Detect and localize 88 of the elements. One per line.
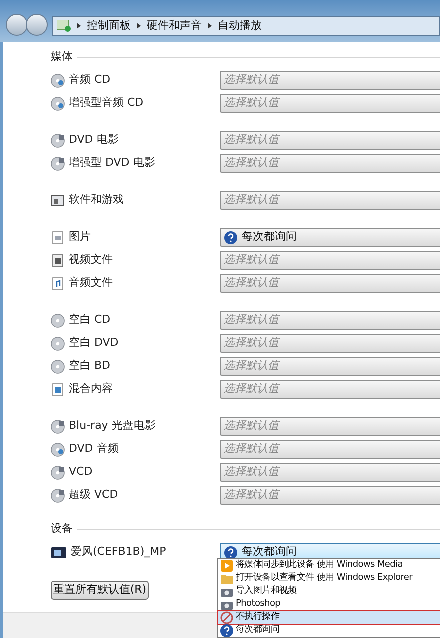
- disc-icon: [51, 360, 65, 374]
- control-panel-icon: [57, 20, 71, 32]
- disc-icon: [51, 156, 65, 170]
- media-type-label: DVD 电影: [69, 132, 119, 148]
- section-heading: 媒体: [51, 48, 73, 65]
- breadcrumb-arrow-icon: [137, 23, 141, 29]
- disc-icon: [51, 96, 65, 110]
- music-document-icon: [51, 276, 65, 290]
- default-action-dropdown[interactable]: 选择默认值: [220, 357, 440, 376]
- media-type-label: 混合内容: [69, 381, 113, 398]
- dropdown-value: 选择默认值: [224, 418, 279, 434]
- window-icon: [51, 194, 65, 208]
- breadcrumb[interactable]: 控制面板: [87, 18, 131, 34]
- help-icon: [224, 230, 238, 244]
- dropdown-value: 选择默认值: [224, 464, 279, 480]
- document-icon: [51, 230, 65, 244]
- media-type-label: 爱风(CEFB1B)_MP: [71, 544, 166, 560]
- media-type-label: 视频文件: [69, 252, 113, 268]
- media-type-label: 软件和游戏: [69, 192, 124, 208]
- dropdown-value: 选择默认值: [224, 312, 279, 328]
- disc-icon: [51, 442, 65, 456]
- default-action-dropdown[interactable]: 选择默认值: [220, 334, 440, 353]
- media-type-label: 空白 CD: [69, 312, 111, 328]
- dropdown-value: 选择默认值: [224, 132, 279, 148]
- media-type-label: 空白 DVD: [69, 335, 119, 352]
- default-action-dropdown[interactable]: 选择默认值: [220, 154, 440, 173]
- back-button[interactable]: [6, 14, 28, 36]
- media-type-label: 增强型音频 CD: [69, 95, 144, 112]
- media-type-label: 超级 VCD: [69, 487, 118, 504]
- dropdown-value: 选择默认值: [224, 72, 279, 88]
- forward-button[interactable]: [26, 14, 48, 36]
- dropdown-option[interactable]: 打开设备以查看文件 使用 Windows Explorer: [218, 572, 440, 585]
- dropdown-value: 选择默认值: [224, 381, 279, 398]
- disc-icon: [51, 420, 65, 434]
- default-action-dropdown[interactable]: 选择默认值: [220, 311, 440, 330]
- dropdown-option[interactable]: 将媒体同步到此设备 使用 Windows Media: [218, 559, 440, 572]
- disc-icon: [51, 74, 65, 88]
- section-heading: 设备: [51, 520, 73, 537]
- media-type-label: 图片: [69, 229, 91, 246]
- mixed-document-icon: [51, 382, 65, 396]
- disc-icon: [51, 336, 65, 350]
- dropdown-option[interactable]: Photoshop: [218, 598, 440, 611]
- dropdown-value: 选择默认值: [224, 192, 279, 208]
- dropdown-value: 每次都询问: [242, 229, 297, 246]
- default-action-dropdown[interactable]: 选择默认值: [220, 440, 440, 459]
- film-document-icon: [51, 254, 65, 268]
- dropdown-value: 选择默认值: [224, 95, 279, 112]
- disc-icon: [51, 134, 65, 148]
- default-action-dropdown[interactable]: 选择默认值: [220, 463, 440, 482]
- breadcrumb[interactable]: 硬件和声音: [147, 18, 202, 34]
- dropdown-value: 选择默认值: [224, 252, 279, 268]
- media-type-label: 音频 CD: [69, 72, 111, 88]
- dropdown-option[interactable]: 每次都询问: [218, 624, 440, 637]
- dropdown-value: 选择默认值: [224, 487, 279, 504]
- default-action-dropdown[interactable]: 选择默认值: [220, 131, 440, 150]
- default-action-dropdown[interactable]: 选择默认值: [220, 251, 440, 270]
- default-action-dropdown[interactable]: 选择默认值: [220, 380, 440, 399]
- reset-defaults-button[interactable]: 重置所有默认值(R): [51, 581, 149, 600]
- default-action-dropdown[interactable]: 选择默认值: [220, 71, 440, 90]
- media-type-label: 音频文件: [69, 275, 113, 292]
- default-action-dropdown[interactable]: 选择默认值: [220, 417, 440, 436]
- dropdown-value: 选择默认值: [224, 275, 279, 292]
- media-type-label: DVD 音频: [69, 441, 119, 458]
- dropdown-option[interactable]: 不执行操作: [218, 611, 440, 624]
- address-bar[interactable]: 控制面板 硬件和声音 自动播放: [52, 16, 440, 36]
- media-player-icon: [51, 546, 67, 558]
- dropdown-value: 每次都询问: [242, 544, 297, 560]
- media-type-label: VCD: [69, 464, 93, 480]
- disc-icon: [51, 466, 65, 480]
- no-action-icon: [220, 610, 234, 624]
- default-action-dropdown[interactable]: 选择默认值: [220, 274, 440, 293]
- default-action-dropdown[interactable]: 选择默认值: [220, 191, 440, 210]
- media-type-label: 增强型 DVD 电影: [69, 155, 156, 172]
- default-action-dropdown[interactable]: 选择默认值: [220, 94, 440, 113]
- dropdown-value: 选择默认值: [224, 358, 279, 374]
- media-type-label: Blu-ray 光盘电影: [69, 418, 156, 434]
- disc-icon: [51, 488, 65, 502]
- breadcrumb-arrow-icon: [77, 23, 81, 29]
- disc-icon: [51, 314, 65, 328]
- dropdown-option[interactable]: 导入图片和视频: [218, 585, 440, 598]
- dropdown-value: 选择默认值: [224, 335, 279, 352]
- media-type-label: 空白 BD: [69, 358, 111, 374]
- default-action-dropdown[interactable]: 每次都询问: [220, 228, 440, 247]
- dropdown-value: 选择默认值: [224, 155, 279, 172]
- default-action-dropdown[interactable]: 选择默认值: [220, 486, 440, 505]
- breadcrumb[interactable]: 自动播放: [218, 18, 262, 34]
- dropdown-value: 选择默认值: [224, 441, 279, 458]
- breadcrumb-arrow-icon: [208, 23, 212, 29]
